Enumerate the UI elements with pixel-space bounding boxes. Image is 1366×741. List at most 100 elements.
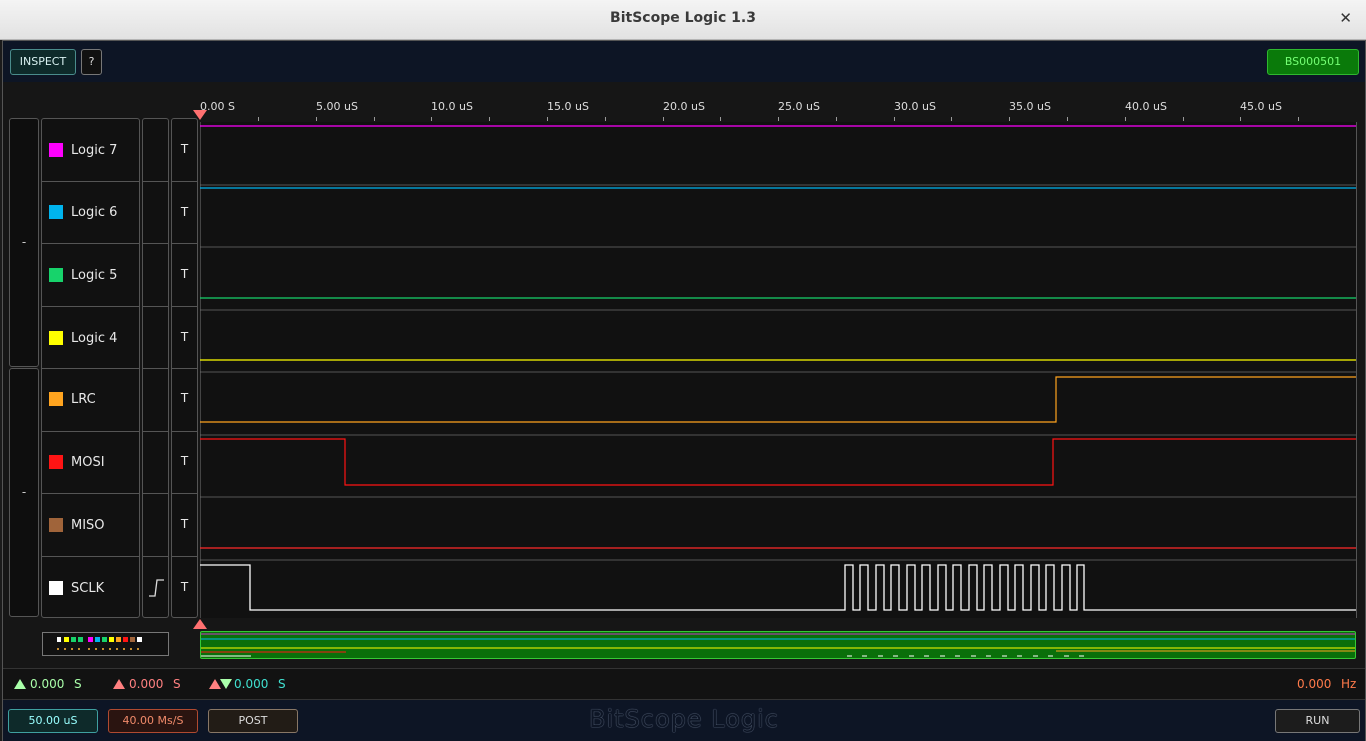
trace-mosi xyxy=(200,438,1356,486)
trigger-cell[interactable]: T xyxy=(172,244,197,307)
channel-row-logic-5[interactable]: Logic 5 xyxy=(42,244,139,307)
channel-color-swatch[interactable] xyxy=(49,518,63,532)
channel-color-swatch[interactable] xyxy=(49,268,63,282)
channel-name: Logic 4 xyxy=(71,331,118,346)
app-body: INSPECT ? BS000501 0.00 S 5.00 uS 10.0 u… xyxy=(2,40,1366,741)
ruler-tick xyxy=(431,117,432,121)
cursor-2-value: 0.000 xyxy=(129,677,164,691)
channel-color-swatch[interactable] xyxy=(49,455,63,469)
channel-color-swatch[interactable] xyxy=(49,331,63,345)
channel-row-logic-7[interactable]: Logic 7 xyxy=(42,119,139,182)
channel-row-logic-6[interactable]: Logic 6 xyxy=(42,182,139,244)
channel-group-upper[interactable]: - xyxy=(9,118,39,367)
channel-row-mosi[interactable]: MOSI xyxy=(42,432,139,494)
status-bar: 0.000 S 0.000 S 0.000 S 0.000 Hz xyxy=(3,668,1365,699)
trigger-cell[interactable]: T xyxy=(172,369,197,432)
ruler-label: 5.00 uS xyxy=(316,100,358,113)
waveform-canvas xyxy=(200,122,1356,618)
window-titlebar: BitScope Logic 1.3 ✕ xyxy=(0,0,1366,40)
ruler-label: 30.0 uS xyxy=(894,100,936,113)
channel-color-swatch[interactable] xyxy=(49,581,63,595)
trigger-cell[interactable]: T xyxy=(172,494,197,557)
cursor-1-icon[interactable] xyxy=(13,678,27,690)
run-button[interactable]: RUN xyxy=(1275,709,1360,733)
trigger-cell[interactable]: T xyxy=(172,119,197,182)
ruler-tick xyxy=(663,117,664,121)
edge-cell[interactable] xyxy=(143,182,168,244)
trace-lrc xyxy=(200,376,1356,423)
ruler-tick xyxy=(1009,117,1010,121)
edge-cell[interactable] xyxy=(143,119,168,182)
ruler-label: 15.0 uS xyxy=(547,100,589,113)
frequency-unit: Hz xyxy=(1341,677,1357,691)
overview-timeline[interactable] xyxy=(200,631,1356,659)
channel-name: Logic 7 xyxy=(71,143,118,158)
channel-row-lrc[interactable]: LRC xyxy=(42,369,139,432)
ruler-tick xyxy=(1067,117,1068,121)
channel-color-swatch[interactable] xyxy=(49,205,63,219)
ruler-label: 20.0 uS xyxy=(663,100,705,113)
ruler-label: 10.0 uS xyxy=(431,100,473,113)
close-icon[interactable]: ✕ xyxy=(1339,9,1352,27)
channel-color-swatch[interactable] xyxy=(49,143,63,157)
channel-row-logic-4[interactable]: Logic 4 xyxy=(42,307,139,369)
cursor-delta-unit: S xyxy=(278,677,286,691)
ruler-tick xyxy=(374,117,375,121)
channel-row-miso[interactable]: MISO xyxy=(42,494,139,557)
ruler-tick xyxy=(1125,117,1126,121)
trigger-label: T xyxy=(180,267,189,281)
trigger-label: T xyxy=(180,517,189,531)
inspect-button[interactable]: INSPECT xyxy=(10,49,76,75)
trigger-cell[interactable]: T xyxy=(172,432,197,494)
waveform-plot[interactable] xyxy=(200,122,1357,618)
trigger-cell[interactable]: T xyxy=(172,307,197,369)
trigger-edge-column xyxy=(142,118,169,618)
ruler-tick xyxy=(605,117,606,121)
time-ruler: 0.00 S 5.00 uS 10.0 uS 15.0 uS 20.0 uS 2… xyxy=(3,82,1365,121)
trigger-cell[interactable]: T xyxy=(172,182,197,244)
frequency-value: 0.000 xyxy=(1297,677,1332,691)
ruler-label: 25.0 uS xyxy=(778,100,820,113)
trigger-label: T xyxy=(180,330,189,344)
cursor-delta-icon[interactable] xyxy=(209,678,233,690)
edge-cell[interactable] xyxy=(143,307,168,369)
device-id-button[interactable]: BS000501 xyxy=(1267,49,1359,75)
help-button[interactable]: ? xyxy=(81,49,102,75)
trigger-label: T xyxy=(180,205,189,219)
trigger-cell[interactable]: T xyxy=(172,557,197,619)
bottom-toolbar: 50.00 uS 40.00 Ms/S POST BitScope Logic … xyxy=(3,699,1365,741)
ruler-tick xyxy=(489,117,490,121)
trigger-marker-bottom-icon[interactable] xyxy=(192,618,208,630)
channel-name: LRC xyxy=(71,392,96,407)
ruler-tick xyxy=(836,117,837,121)
window-title: BitScope Logic 1.3 xyxy=(610,10,756,26)
channel-config-strip[interactable] xyxy=(42,632,169,656)
channel-row-sclk[interactable]: SCLK xyxy=(42,557,139,619)
rising-edge-icon[interactable] xyxy=(147,578,165,598)
trigger-level-column: T T T T T T T T xyxy=(171,118,198,618)
ruler-tick xyxy=(547,117,548,121)
edge-cell[interactable] xyxy=(143,432,168,494)
top-toolbar: INSPECT ? BS000501 xyxy=(3,41,1365,83)
channel-color-strip-icon xyxy=(57,637,142,650)
edge-cell[interactable] xyxy=(143,557,168,619)
channel-names-column: Logic 7 Logic 6 Logic 5 Logic 4 LRC MOSI… xyxy=(41,118,140,618)
edge-cell[interactable] xyxy=(143,369,168,432)
group-label: - xyxy=(21,485,27,499)
ruler-tick xyxy=(894,117,895,121)
ruler-label: 45.0 uS xyxy=(1240,100,1282,113)
channel-color-swatch[interactable] xyxy=(49,392,63,406)
ruler-tick xyxy=(951,117,952,121)
channel-name: Logic 6 xyxy=(71,205,118,220)
channel-group-lower[interactable]: - xyxy=(9,368,39,617)
ruler-tick xyxy=(1298,117,1299,121)
cursor-2-icon[interactable] xyxy=(112,678,126,690)
overview-traces xyxy=(201,633,1355,657)
trigger-label: T xyxy=(180,580,189,594)
ruler-label: 40.0 uS xyxy=(1125,100,1167,113)
edge-cell[interactable] xyxy=(143,494,168,557)
group-label: - xyxy=(21,235,27,249)
trigger-label: T xyxy=(180,391,189,405)
edge-cell[interactable] xyxy=(143,244,168,307)
channel-name: SCLK xyxy=(71,581,105,596)
